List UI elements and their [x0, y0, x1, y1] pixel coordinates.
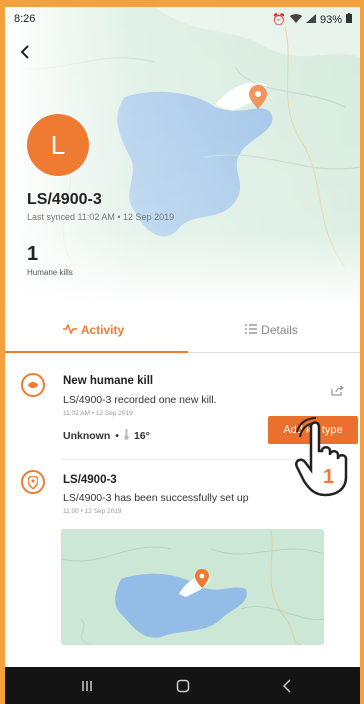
humane-kills-label: Humane kills [27, 268, 73, 277]
event-description: LS/4900-3 has been successfully set up [63, 492, 249, 504]
battery-icon [346, 13, 352, 26]
kill-type-value: Unknown [63, 430, 111, 442]
event-time: 11:00 • 12 Sep 2019 [63, 508, 122, 515]
temperature-value: 16° [133, 430, 150, 442]
list-icon [245, 323, 258, 337]
status-icons: ⏰ 93% [272, 13, 352, 26]
share-icon[interactable] [331, 383, 345, 401]
event-title: New humane kill [63, 375, 154, 387]
battery-text: 93% [319, 13, 342, 26]
signal-icon [305, 13, 316, 26]
back-arrow-icon [282, 678, 291, 693]
meta-separator: • [115, 430, 119, 442]
event-time: 11:02 AM • 12 Sep 2019 [63, 410, 133, 417]
kill-event-icon [21, 373, 45, 397]
device-title: LS/4900-3 [27, 191, 102, 208]
recent-apps-icon [82, 680, 92, 691]
tab-active-underline [5, 351, 188, 353]
tap-marker-number: 1 [323, 466, 334, 488]
humane-kills-count: 1 [27, 243, 39, 265]
phone-screen: 8:26 ⏰ 93% L LS/4900-3 Last synced 11:02… [5, 7, 360, 704]
chevron-left-icon [20, 45, 29, 59]
setup-event-icon [21, 470, 45, 494]
status-bar: 8:26 ⏰ 93% [5, 7, 360, 29]
nav-back-button[interactable] [267, 667, 307, 704]
back-button[interactable] [18, 43, 40, 65]
location-map[interactable] [61, 529, 324, 645]
avatar: L [27, 114, 89, 176]
tab-details-label: Details [261, 322, 298, 337]
activity-icon [62, 322, 77, 337]
recent-apps-button[interactable] [67, 667, 107, 704]
thermometer-icon [124, 429, 129, 443]
alarm-icon: ⏰ [272, 14, 286, 26]
home-button[interactable] [163, 667, 203, 704]
system-nav-bar [5, 667, 360, 704]
tab-bar: Activity Details [5, 307, 360, 353]
event-title: LS/4900-3 [63, 474, 117, 486]
wifi-icon [289, 13, 302, 26]
tab-details[interactable]: Details [183, 307, 360, 352]
tab-activity[interactable]: Activity [5, 307, 188, 353]
status-time: 8:26 [14, 13, 36, 25]
event-description: LS/4900-3 recorded one new kill. [63, 394, 217, 406]
last-synced-text: Last synced 11:02 AM • 12 Sep 2019 [27, 212, 175, 222]
tap-hand-icon: 1 [295, 417, 348, 497]
home-icon [176, 679, 190, 692]
event-meta: Unknown • 16° [63, 429, 150, 443]
tab-activity-label: Activity [80, 322, 125, 337]
